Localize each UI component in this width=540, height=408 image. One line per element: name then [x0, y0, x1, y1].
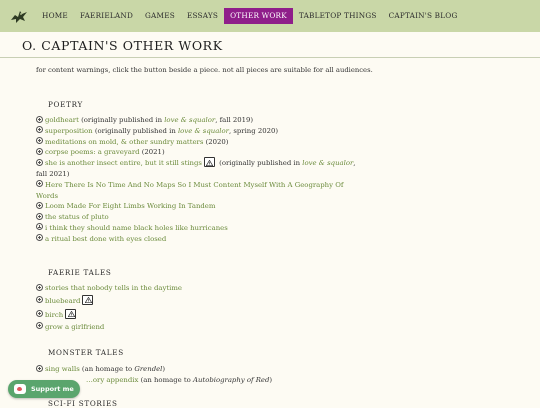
list-item: corpse poems: a graveyard (2021): [36, 147, 356, 158]
warning-icon: [206, 159, 214, 166]
expand-icon[interactable]: [36, 158, 43, 166]
piece-link[interactable]: sing walls: [45, 365, 80, 373]
support-me-button[interactable]: Support me: [8, 380, 80, 398]
nav-faerieland[interactable]: Faerieland: [74, 8, 139, 24]
piece-link[interactable]: …ory appendix: [86, 376, 138, 384]
nav-essays[interactable]: Essays: [181, 8, 224, 24]
piece-link[interactable]: grow a girlfriend: [45, 323, 104, 331]
expand-icon[interactable]: [36, 310, 43, 318]
nav-games[interactable]: Games: [139, 8, 181, 24]
nav-other-work[interactable]: Other Work: [224, 8, 293, 24]
expand-icon[interactable]: [36, 212, 43, 220]
monster-tales-heading: Monster Tales: [48, 348, 124, 357]
list-item: the status of pluto: [36, 212, 356, 223]
expand-icon[interactable]: [36, 137, 43, 145]
warning-icon: [84, 297, 92, 304]
list-item: i think they should name black holes lik…: [36, 223, 356, 234]
list-item: superposition (originally published in l…: [36, 126, 356, 137]
content-warning-button[interactable]: [65, 308, 77, 319]
list-item: she is another insect entire, but it sti…: [36, 157, 356, 178]
list-item: bluebeard: [36, 294, 356, 308]
piece-link[interactable]: Loom Made For Eight Limbs Working In Tan…: [45, 202, 215, 210]
poetry-list: goldheart (originally published in love …: [36, 115, 356, 245]
piece-link[interactable]: Here There Is No Time And No Maps So I M…: [36, 181, 343, 200]
expand-icon[interactable]: [36, 180, 43, 188]
expand-icon[interactable]: [36, 115, 43, 123]
expand-icon[interactable]: [36, 283, 43, 291]
list-item: birch: [36, 308, 356, 322]
nav-captains-blog[interactable]: Captain's Blog: [383, 8, 464, 24]
bird-logo-icon[interactable]: [8, 5, 30, 27]
poetry-heading: Poetry: [48, 100, 83, 109]
list-item: a ritual best done with eyes closed: [36, 234, 356, 245]
piece-link[interactable]: a ritual best done with eyes closed: [45, 235, 166, 243]
expand-icon[interactable]: [36, 126, 43, 134]
faerie-tales-list: stories that nobody tells in the daytime…: [36, 283, 356, 333]
expand-icon[interactable]: [36, 234, 43, 242]
list-item: stories that nobody tells in the daytime: [36, 283, 356, 294]
nav-links: Home Faerieland Games Essays Other Work …: [36, 0, 464, 32]
piece-link[interactable]: birch: [45, 311, 63, 319]
expand-icon[interactable]: [36, 201, 43, 209]
top-nav: Home Faerieland Games Essays Other Work …: [0, 0, 540, 32]
list-item: …ory appendix (an homage to Autobiograph…: [86, 375, 273, 384]
piece-link[interactable]: i think they should name black holes lik…: [45, 224, 228, 232]
expand-icon[interactable]: [36, 364, 43, 372]
piece-link[interactable]: the status of pluto: [45, 213, 109, 221]
list-item: goldheart (originally published in love …: [36, 115, 356, 126]
nav-tabletop-things[interactable]: Tabletop Things: [293, 8, 383, 24]
piece-link[interactable]: meditations on mold, & other sundry matt…: [45, 138, 203, 146]
list-item: grow a girlfriend: [36, 322, 356, 333]
list-item: sing walls (an homage to Grendel): [36, 364, 356, 375]
expand-icon[interactable]: [36, 322, 43, 330]
warning-icon: [67, 311, 75, 318]
piece-link[interactable]: stories that nobody tells in the daytime: [45, 284, 182, 292]
content-warning-button[interactable]: [203, 157, 215, 168]
page-title: O. CAPTAIN'S OTHER WORK: [22, 38, 223, 53]
kofi-cup-icon: [14, 384, 26, 394]
title-divider: [0, 57, 540, 58]
list-item: meditations on mold, & other sundry matt…: [36, 137, 356, 148]
list-item: Loom Made For Eight Limbs Working In Tan…: [36, 201, 356, 212]
piece-link[interactable]: bluebeard: [45, 297, 80, 305]
intro-text: for content warnings, click the button b…: [36, 66, 373, 74]
expand-icon[interactable]: [36, 296, 43, 304]
piece-link[interactable]: she is another insect entire, but it sti…: [45, 159, 202, 167]
expand-icon[interactable]: [36, 147, 43, 155]
monster-tales-list: sing walls (an homage to Grendel) …ory a…: [36, 364, 356, 386]
faerie-tales-heading: Faerie Tales: [48, 268, 112, 277]
sci-fi-heading: Sci-Fi Stories: [48, 399, 118, 408]
piece-link[interactable]: superposition: [45, 127, 93, 135]
piece-link[interactable]: goldheart: [45, 116, 79, 124]
expand-icon[interactable]: [36, 223, 43, 231]
piece-link[interactable]: corpse poems: a graveyard: [45, 148, 140, 156]
support-me-label: Support me: [31, 385, 74, 393]
content-warning-button[interactable]: [82, 294, 94, 305]
list-item: Here There Is No Time And No Maps So I M…: [36, 180, 356, 202]
nav-home[interactable]: Home: [36, 8, 74, 24]
